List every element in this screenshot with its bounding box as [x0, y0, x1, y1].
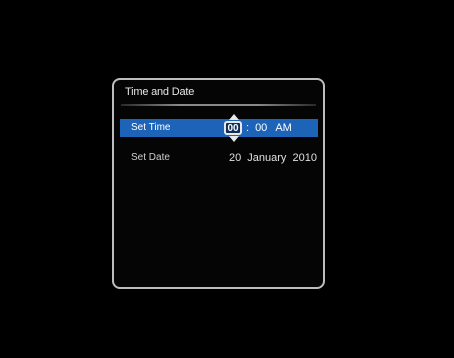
dialog-title: Time and Date [125, 86, 195, 98]
minute-field[interactable]: 00 [255, 122, 267, 134]
set-time-label: Set Time [131, 122, 171, 133]
set-date-label: Set Date [131, 152, 170, 163]
time-editor: 00 : 00 AM [224, 114, 292, 142]
title-divider [121, 104, 316, 106]
menu-item-set-time[interactable]: Set Time 00 : 00 AM [120, 114, 318, 142]
date-value: 20 January 2010 [229, 152, 317, 164]
ampm-field[interactable]: AM [275, 122, 292, 134]
time-and-date-dialog: Time and Date Set Time 00 : 00 AM Set Da… [112, 78, 325, 289]
menu-item-set-date[interactable]: Set Date 20 January 2010 [120, 149, 318, 167]
hour-field[interactable]: 00 [224, 114, 242, 142]
time-separator: : [246, 122, 250, 134]
hour-value: 00 [227, 122, 239, 134]
arrow-up-icon[interactable] [229, 114, 239, 120]
arrow-down-icon[interactable] [229, 136, 239, 142]
